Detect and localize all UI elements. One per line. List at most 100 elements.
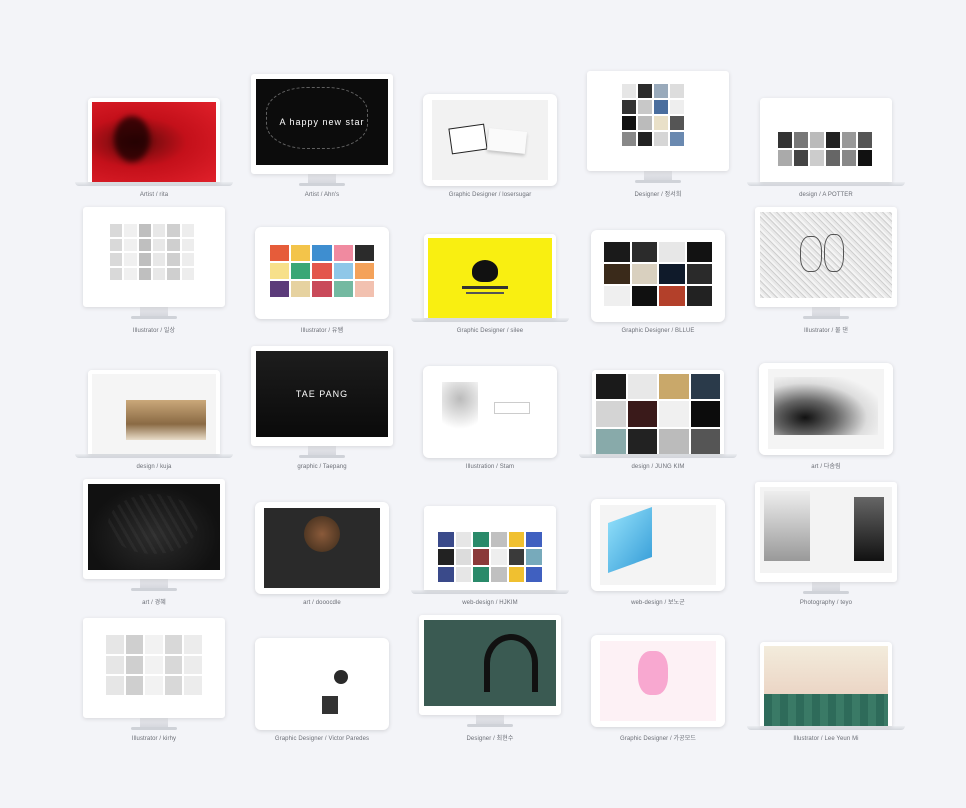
thumbnail[interactable]: [312, 263, 332, 279]
portfolio-caption[interactable]: Designer / 정서희: [635, 189, 682, 198]
thumbnail[interactable]: [794, 132, 808, 148]
imac-mockup[interactable]: [755, 207, 897, 319]
thumbnail[interactable]: [291, 281, 311, 297]
portfolio-caption[interactable]: design / kuja: [137, 464, 172, 470]
thumbnail[interactable]: [455, 532, 472, 548]
thumbnail[interactable]: [526, 566, 542, 582]
thumbnail[interactable]: [654, 132, 668, 146]
thumbnail[interactable]: [184, 676, 202, 695]
thumbnail[interactable]: [826, 132, 840, 148]
thumbnail[interactable]: [631, 242, 657, 262]
device-screen[interactable]: [760, 98, 892, 182]
thumbnail[interactable]: [596, 401, 626, 427]
thumbnail[interactable]: [842, 132, 856, 148]
thumbnail[interactable]: [167, 253, 180, 266]
device-screen[interactable]: [88, 98, 220, 182]
device-screen[interactable]: [255, 502, 389, 594]
thumbnail[interactable]: [145, 676, 163, 695]
portfolio-card[interactable]: Illustrator / 물 댄: [742, 202, 910, 338]
laptop-mockup[interactable]: [747, 642, 905, 730]
imac-mockup[interactable]: [83, 479, 225, 591]
thumbnail[interactable]: [622, 100, 636, 114]
imac-mockup[interactable]: [587, 71, 729, 183]
portfolio-caption[interactable]: Designer / 최현수: [467, 733, 514, 742]
thumbnail[interactable]: [778, 150, 792, 166]
thumbnail[interactable]: [659, 401, 689, 427]
thumbnail[interactable]: [526, 532, 542, 548]
thumbnail[interactable]: [858, 150, 872, 166]
portfolio-caption[interactable]: Graphic Designer / BLLUE: [621, 328, 694, 334]
portfolio-card[interactable]: Graphic Designer / 가공모드: [574, 610, 742, 746]
thumbnail[interactable]: [291, 263, 311, 279]
thumbnail[interactable]: [181, 224, 194, 237]
tablet-mockup[interactable]: [423, 366, 557, 458]
portfolio-card[interactable]: Designer / 최현수: [406, 610, 574, 746]
thumbnail[interactable]: [622, 84, 636, 98]
tablet-mockup[interactable]: [255, 502, 389, 594]
thumbnail[interactable]: [438, 566, 454, 582]
thumbnail[interactable]: [110, 224, 123, 237]
thumbnail[interactable]: [826, 150, 840, 166]
portfolio-card[interactable]: design / A POTTER: [742, 66, 910, 202]
portfolio-caption[interactable]: art / 경혜: [142, 597, 166, 606]
device-screen[interactable]: A happy new star: [251, 74, 393, 174]
tablet-mockup[interactable]: [591, 230, 725, 322]
device-screen[interactable]: [587, 71, 729, 171]
device-screen[interactable]: [424, 506, 556, 590]
portfolio-card[interactable]: art / dooocdle: [238, 474, 406, 610]
device-screen[interactable]: [591, 635, 725, 727]
portfolio-card[interactable]: Illustration / Stam: [406, 338, 574, 474]
thumbnail[interactable]: [125, 655, 144, 675]
device-screen[interactable]: [423, 94, 557, 186]
device-screen[interactable]: [83, 618, 225, 718]
thumbnail[interactable]: [164, 655, 183, 675]
thumbnail[interactable]: [110, 267, 123, 280]
thumbnail[interactable]: [312, 281, 332, 297]
tablet-mockup[interactable]: [591, 635, 725, 727]
thumbnail[interactable]: [152, 267, 166, 280]
portfolio-caption[interactable]: Graphic Designer / silee: [457, 328, 523, 334]
tablet-mockup[interactable]: [759, 363, 893, 455]
thumbnail[interactable]: [508, 549, 525, 565]
thumbnail[interactable]: [622, 116, 636, 130]
portfolio-card[interactable]: art / 다솜림: [742, 338, 910, 474]
thumbnail[interactable]: [473, 566, 489, 582]
thumbnail[interactable]: [778, 132, 792, 148]
thumbnail[interactable]: [184, 655, 202, 675]
portfolio-caption[interactable]: Artist / rita: [140, 192, 168, 198]
thumbnail[interactable]: [110, 238, 123, 251]
thumbnail[interactable]: [491, 549, 507, 565]
thumbnail[interactable]: [627, 401, 657, 427]
device-screen[interactable]: [83, 479, 225, 579]
thumbnail[interactable]: [686, 242, 712, 262]
device-screen[interactable]: [255, 638, 389, 730]
portfolio-card[interactable]: Illustrator / Lee Yeun Mi: [742, 610, 910, 746]
portfolio-card[interactable]: Illustrator / 유쌤: [238, 202, 406, 338]
thumbnail[interactable]: [686, 264, 712, 284]
thumbnail[interactable]: [354, 245, 374, 261]
portfolio-card[interactable]: TAE PANG graphic / Taepang: [238, 338, 406, 474]
imac-mockup[interactable]: [83, 207, 225, 319]
thumbnail[interactable]: [622, 132, 636, 146]
thumbnail[interactable]: [631, 264, 657, 284]
thumbnail[interactable]: [152, 224, 166, 237]
thumbnail[interactable]: [659, 264, 685, 284]
portfolio-caption[interactable]: Illustrator / 물 댄: [804, 325, 848, 334]
thumbnail[interactable]: [473, 532, 489, 548]
thumbnail[interactable]: [810, 150, 824, 166]
portfolio-card[interactable]: Graphic Designer / losersugar: [406, 66, 574, 202]
portfolio-card[interactable]: design / JUNG KIM: [574, 338, 742, 474]
thumbnail[interactable]: [333, 281, 353, 297]
thumbnail[interactable]: [670, 100, 684, 114]
thumbnail[interactable]: [124, 224, 137, 237]
thumbnail[interactable]: [491, 566, 507, 582]
laptop-mockup[interactable]: [411, 234, 569, 322]
portfolio-caption[interactable]: Illustration / Stam: [466, 464, 514, 470]
laptop-mockup[interactable]: [75, 98, 233, 186]
thumbnail[interactable]: [124, 238, 137, 251]
thumbnail[interactable]: [654, 100, 668, 114]
portfolio-card[interactable]: web-design / 보노군: [574, 474, 742, 610]
portfolio-card[interactable]: Photography / teyo: [742, 474, 910, 610]
portfolio-card[interactable]: web-design / HJKIM: [406, 474, 574, 610]
thumbnail[interactable]: [145, 655, 163, 675]
